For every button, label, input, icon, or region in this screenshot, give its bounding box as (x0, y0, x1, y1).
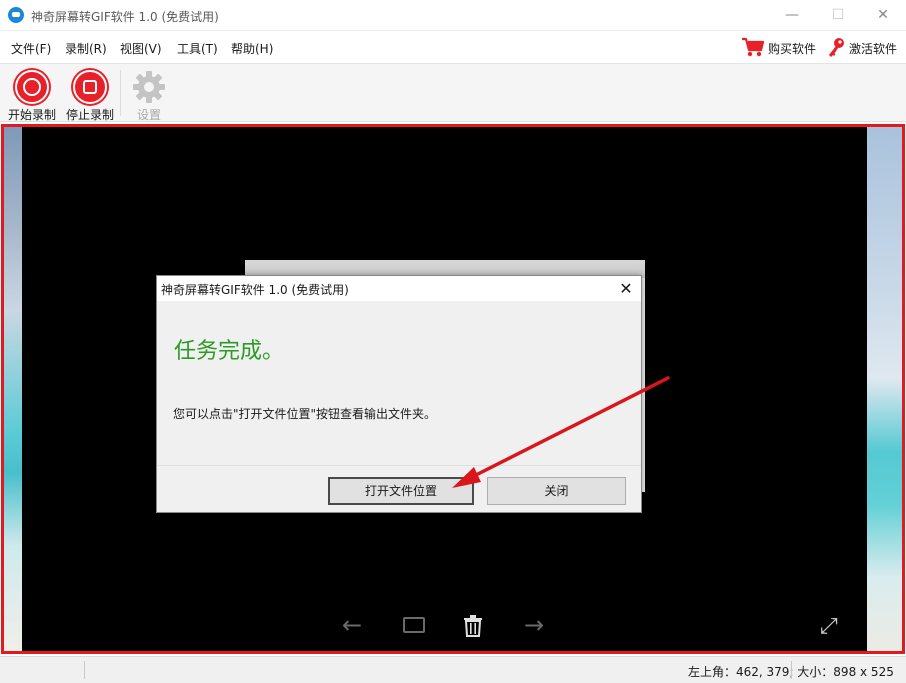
app-icon (8, 7, 24, 23)
gear-icon (132, 70, 166, 107)
menu-help[interactable]: 帮助(H) (231, 40, 273, 57)
close-window-button[interactable]: ✕ (860, 0, 906, 31)
dialog-footer: 打开文件位置 关闭 (157, 465, 641, 512)
dialog-title: 神奇屏幕转GIF软件 1.0 (免费试用) (161, 283, 349, 297)
task-complete-dialog: 神奇屏幕转GIF软件 1.0 (免费试用) ✕ 任务完成。 您可以点击"打开文件… (156, 275, 642, 513)
buy-software-button[interactable]: 购买软件 (741, 37, 816, 59)
arrow-right-icon[interactable]: → (524, 613, 544, 637)
stop-record-icon (73, 70, 107, 104)
start-record-button[interactable]: 开始录制 (4, 68, 60, 122)
playback-controls: ← → ⤢ (22, 607, 867, 647)
start-record-icon (15, 70, 49, 104)
open-file-location-button[interactable]: 打开文件位置 (328, 477, 474, 505)
menu-tools[interactable]: 工具(T) (177, 40, 218, 57)
stop-record-label: 停止录制 (65, 108, 114, 122)
trash-icon[interactable] (463, 615, 483, 637)
dialog-title-bar: 神奇屏幕转GIF软件 1.0 (免费试用) ✕ (157, 276, 641, 301)
close-dialog-button[interactable]: 关闭 (487, 477, 626, 505)
status-bar: 左上角：462, 379; 大小：898 x 525 (0, 656, 906, 683)
maximize-button[interactable]: ☐ (815, 0, 861, 31)
dialog-heading: 任务完成。 (174, 339, 285, 364)
close-icon[interactable]: ✕ (611, 276, 641, 301)
menu-record[interactable]: 录制(R) (65, 40, 107, 57)
activate-software-button[interactable]: 激活软件 (826, 37, 897, 59)
toolbar: 开始录制 停止录制 设置 (0, 64, 906, 122)
title-bar: 神奇屏幕转GIF软件 1.0 (免费试用) — ☐ ✕ (0, 0, 906, 31)
menu-view[interactable]: 视图(V) (120, 40, 162, 57)
dialog-message: 您可以点击"打开文件位置"按钮查看输出文件夹。 (173, 407, 437, 421)
window-title: 神奇屏幕转GIF软件 1.0 (免费试用) (31, 10, 219, 24)
buy-software-label: 购买软件 (768, 41, 817, 56)
stop-record-button[interactable]: 停止录制 (62, 68, 118, 122)
status-divider (84, 661, 85, 679)
arrow-left-icon[interactable]: ← (342, 613, 362, 637)
desktop-background-right (867, 127, 902, 651)
activate-software-label: 激活软件 (849, 41, 898, 56)
minimize-button[interactable]: — (769, 0, 815, 31)
frame-icon[interactable] (403, 617, 425, 633)
toolbar-divider (120, 70, 121, 116)
menu-file[interactable]: 文件(F) (11, 40, 51, 57)
desktop-background-left (4, 127, 22, 651)
menu-bar: 文件(F) 录制(R) 视图(V) 工具(T) 帮助(H) 购买软件 激活软件 (0, 31, 906, 64)
fullscreen-icon[interactable]: ⤢ (820, 615, 838, 639)
status-divider (791, 661, 792, 679)
settings-button[interactable]: 设置 (121, 68, 177, 122)
cart-icon (741, 36, 765, 61)
settings-label: 设置 (136, 108, 161, 122)
start-record-label: 开始录制 (7, 108, 56, 122)
key-icon (826, 36, 846, 61)
dialog-body: 任务完成。 您可以点击"打开文件位置"按钮查看输出文件夹。 (157, 301, 641, 465)
